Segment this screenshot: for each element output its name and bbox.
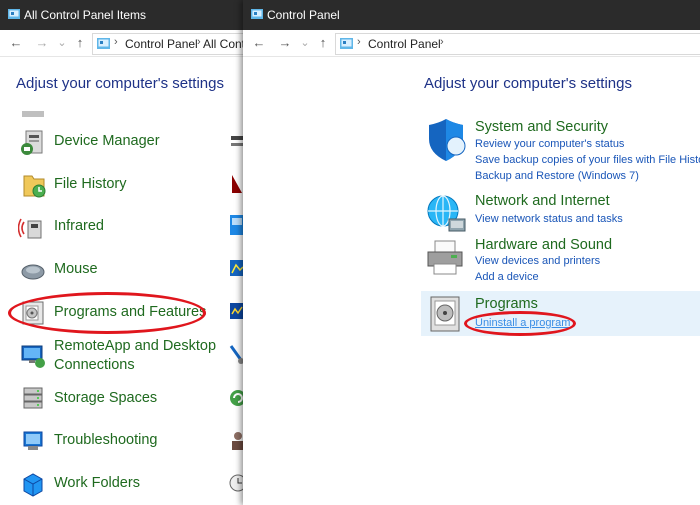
item-storage-spaces[interactable]: Storage Spaces: [14, 380, 242, 418]
item-label-line2: Connections: [54, 357, 135, 373]
breadcrumb-control-panel[interactable]: Control Panel: [368, 37, 441, 51]
category-title[interactable]: Programs: [475, 296, 538, 312]
recent-locations-dropdown[interactable]: ⌄: [54, 34, 70, 52]
item-file-history[interactable]: File History: [14, 166, 242, 204]
category-hardware-and-sound: Hardware and Sound View devices and prin…: [425, 237, 700, 285]
link-devices-printers[interactable]: View devices and printers: [475, 255, 600, 267]
link-backup-restore[interactable]: Backup and Restore (Windows 7): [475, 170, 639, 182]
item-work-folders[interactable]: Work Folders: [14, 465, 242, 503]
file-history-icon: [23, 175, 46, 198]
back-button[interactable]: ←: [8, 34, 24, 52]
item-device-manager[interactable]: Device Manager: [14, 123, 242, 161]
remoteapp-icon: [21, 345, 45, 368]
page-heading: Adjust your computer's settings: [424, 75, 632, 92]
breadcrumb-separator: ›: [114, 36, 118, 48]
item-programs-and-features[interactable]: Programs and Features: [14, 294, 242, 332]
breadcrumb-separator: ›: [357, 36, 361, 48]
category-system-and-security: System and Security Review your computer…: [425, 119, 700, 183]
up-button[interactable]: ↑: [72, 34, 88, 52]
control-panel-icon: [8, 9, 20, 19]
category-title[interactable]: Hardware and Sound: [475, 237, 612, 253]
device-manager-icon: [21, 130, 43, 155]
link-review-status[interactable]: Review your computer's status: [475, 138, 624, 150]
programs-features-icon: [22, 301, 44, 325]
item-label: Mouse: [54, 261, 98, 277]
item-infrared[interactable]: Infrared: [14, 208, 242, 246]
back-button[interactable]: ←: [251, 34, 267, 52]
item-label: Infrared: [54, 218, 104, 234]
up-button[interactable]: ↑: [315, 34, 331, 52]
category-title[interactable]: Network and Internet: [475, 193, 610, 209]
category-title[interactable]: System and Security: [475, 119, 608, 135]
address-bar[interactable]: › Control Panel › All Contr: [92, 33, 245, 55]
forward-button[interactable]: →: [34, 34, 50, 52]
control-panel-icon: [251, 9, 263, 19]
breadcrumb-all-items[interactable]: All Contr: [203, 37, 245, 51]
forward-button[interactable]: →: [277, 34, 293, 52]
item-label: Storage Spaces: [54, 390, 158, 406]
breadcrumb-control-panel[interactable]: Control Panel: [125, 37, 198, 51]
infrared-icon: [18, 218, 42, 239]
shield-icon: [429, 119, 466, 161]
title-bar: All Control Panel Items: [0, 0, 245, 30]
recent-locations-dropdown[interactable]: ⌄: [297, 34, 313, 52]
item-label: Device Manager: [54, 133, 160, 149]
link-network-status[interactable]: View network status and tasks: [475, 213, 623, 225]
page-heading: Adjust your computer's settings: [16, 75, 224, 92]
programs-icon: [430, 296, 460, 332]
partial-item-icon: [22, 111, 44, 117]
troubleshooting-icon: [23, 431, 43, 450]
mouse-icon: [21, 264, 45, 280]
link-add-device[interactable]: Add a device: [475, 271, 539, 283]
link-file-history-backup[interactable]: Save backup copies of your files with Fi…: [475, 154, 700, 166]
work-folders-icon: [23, 473, 43, 497]
item-label: Programs and Features: [54, 304, 207, 320]
title-bar: Control Panel: [243, 0, 700, 30]
storage-spaces-icon: [23, 387, 43, 409]
printer-icon: [427, 240, 463, 275]
item-troubleshooting[interactable]: Troubleshooting: [14, 422, 242, 460]
breadcrumb-separator: ›: [440, 36, 444, 48]
link-uninstall-program[interactable]: Uninstall a program: [475, 317, 570, 329]
globe-network-icon: [427, 195, 466, 232]
all-control-panel-items-window: All Control Panel Items ← → ⌄ ↑ › Contro…: [0, 0, 245, 505]
item-label: Troubleshooting: [54, 432, 158, 448]
category-programs: Programs Uninstall a program: [425, 296, 700, 336]
item-label: File History: [54, 176, 127, 192]
window-title: All Control Panel Items: [24, 8, 147, 22]
item-label: Work Folders: [54, 475, 140, 491]
window-title: Control Panel: [267, 8, 340, 22]
item-label-line1: RemoteApp and Desktop: [54, 338, 217, 354]
item-mouse[interactable]: Mouse: [14, 251, 242, 289]
breadcrumb-separator: ›: [197, 36, 201, 48]
control-panel-icon: [97, 38, 110, 49]
address-bar[interactable]: › Control Panel ›: [335, 33, 700, 55]
navigation-bar: ← → ⌄ ↑ › Control Panel › All Contr: [0, 30, 245, 57]
navigation-bar: ← → ⌄ ↑ › Control Panel ›: [243, 30, 700, 57]
item-remoteapp[interactable]: RemoteApp and Desktop Connections: [14, 337, 242, 377]
control-panel-icon: [340, 38, 353, 49]
category-network-and-internet: Network and Internet View network status…: [425, 193, 700, 235]
